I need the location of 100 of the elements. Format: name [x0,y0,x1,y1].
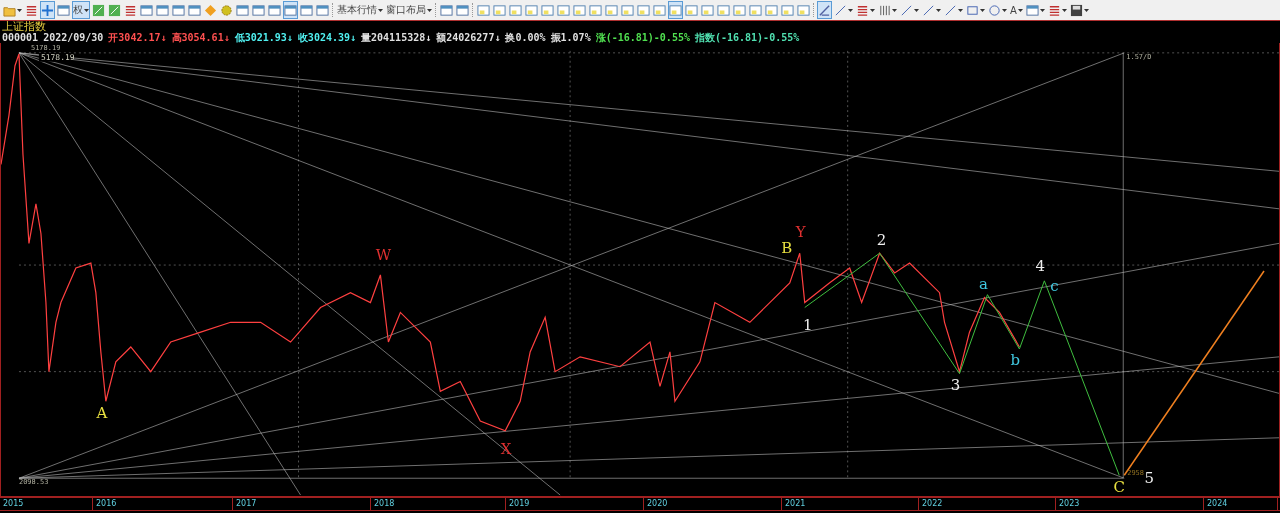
toolbar-button[interactable]: 窗口布局 [385,1,433,19]
year-label: 2015 [0,498,93,510]
wave-label: 3 [950,376,961,395]
quote-value: 涨(-16.81)-0.55% [595,32,690,43]
list-icon [25,3,38,17]
circle-icon [988,3,1001,17]
year-label: 2021 [782,498,919,510]
caret-icon [1061,8,1067,12]
window-icon [140,3,153,17]
quote-value: 换0.00% [505,32,546,43]
year-label: 2018 [371,498,506,510]
quote-value: 高3054.61↓ [171,32,230,43]
period-chart-icon [589,3,602,17]
wave-label: C [1113,478,1125,497]
window-icon [57,3,70,17]
quote-value: 量204115328↓ [361,32,432,43]
quote-value: 开3042.17↓ [108,32,167,43]
quote-value: 2022/09/30 [43,32,104,43]
caret-icon [1017,8,1023,12]
caret-icon [427,8,432,12]
wave-label: 2 [876,231,887,250]
year-label: 2024 [1204,498,1278,510]
caret-icon [378,8,383,12]
wave-label: c [1050,276,1059,295]
window-icon [300,3,313,17]
year-label: 2022 [919,498,1056,510]
period-chart-icon [493,3,506,17]
window-icon [456,3,469,17]
window-icon [172,3,185,17]
window-icon [236,3,249,17]
quote-value: 低3021.93↓ [234,32,293,43]
period-chart-icon [653,3,666,17]
wave-label: 1 [803,316,813,335]
year-label: 2023 [1056,498,1204,510]
period-chart-icon [749,3,762,17]
quote-value: 指数(-16.81)-0.55% [694,32,800,43]
toolbar-button[interactable]: A [1009,1,1024,19]
period-chart-icon [669,3,682,17]
toolbar-button[interactable]: 权 [72,1,90,19]
wave-label: Y [795,223,806,242]
caret-icon [1002,8,1007,12]
caret-icon [870,8,875,12]
toolbar-button[interactable]: 基本行情 [336,1,384,19]
quote-value: 额24026277↓ [436,32,501,43]
line-icon [944,3,957,17]
period-chart-icon [621,3,634,17]
rectangle-icon [966,3,979,17]
window-icon [268,3,281,17]
period-chart-icon [733,3,746,17]
caret-icon [848,8,853,12]
wave-label: B [781,239,793,258]
quote-value: 振1.07% [550,32,591,43]
caret-icon [1083,8,1089,12]
wave-label: 5 [1144,469,1154,488]
period-chart-icon [781,3,794,17]
crosshair-icon [41,3,54,17]
year-label: 2019 [506,498,644,510]
wave-label: b [1010,350,1021,369]
line-icon [834,3,847,17]
period-chart-icon [573,3,586,17]
wave-label: X [500,439,512,458]
caret-icon [936,8,941,12]
wave-label: a [979,274,988,293]
period-chart-icon [541,3,554,17]
period-chart-icon [525,3,538,17]
quote-value: 000001 [2,32,39,43]
year-label: 2016 [93,498,233,510]
caret-icon [17,8,22,12]
wave-label: A [96,404,108,422]
window-icon [316,3,329,17]
period-chart-icon [637,3,650,17]
window-icon [188,3,201,17]
caret-icon [892,8,897,12]
period-chart-icon [477,3,490,17]
period-chart-icon [701,3,714,17]
caret-icon [84,8,89,12]
window-icon [252,3,265,17]
period-chart-icon [797,3,810,17]
window-icon [440,3,453,17]
line-icon [922,3,935,17]
window-icon [156,3,169,17]
list-icon [1047,3,1061,17]
period-chart-icon [717,3,730,17]
toolbar-button[interactable] [817,1,832,19]
wave-label: W [375,246,392,265]
quote-value: 收3024.39↓ [297,32,357,43]
period-chart-icon [557,3,570,17]
list-icon [124,3,137,17]
period-chart-icon [765,3,778,17]
chart-title: 上证指数 [1,21,47,32]
save-icon [1069,3,1083,17]
period-chart-icon [509,3,522,17]
period-chart-icon [605,3,618,17]
window-icon [1025,3,1039,17]
bars-icon [878,3,891,17]
list-icon [856,3,869,17]
caret-icon [958,8,963,12]
caret-icon [1039,8,1045,12]
period-chart-icon [685,3,698,17]
wave-label: 4 [1035,257,1046,275]
